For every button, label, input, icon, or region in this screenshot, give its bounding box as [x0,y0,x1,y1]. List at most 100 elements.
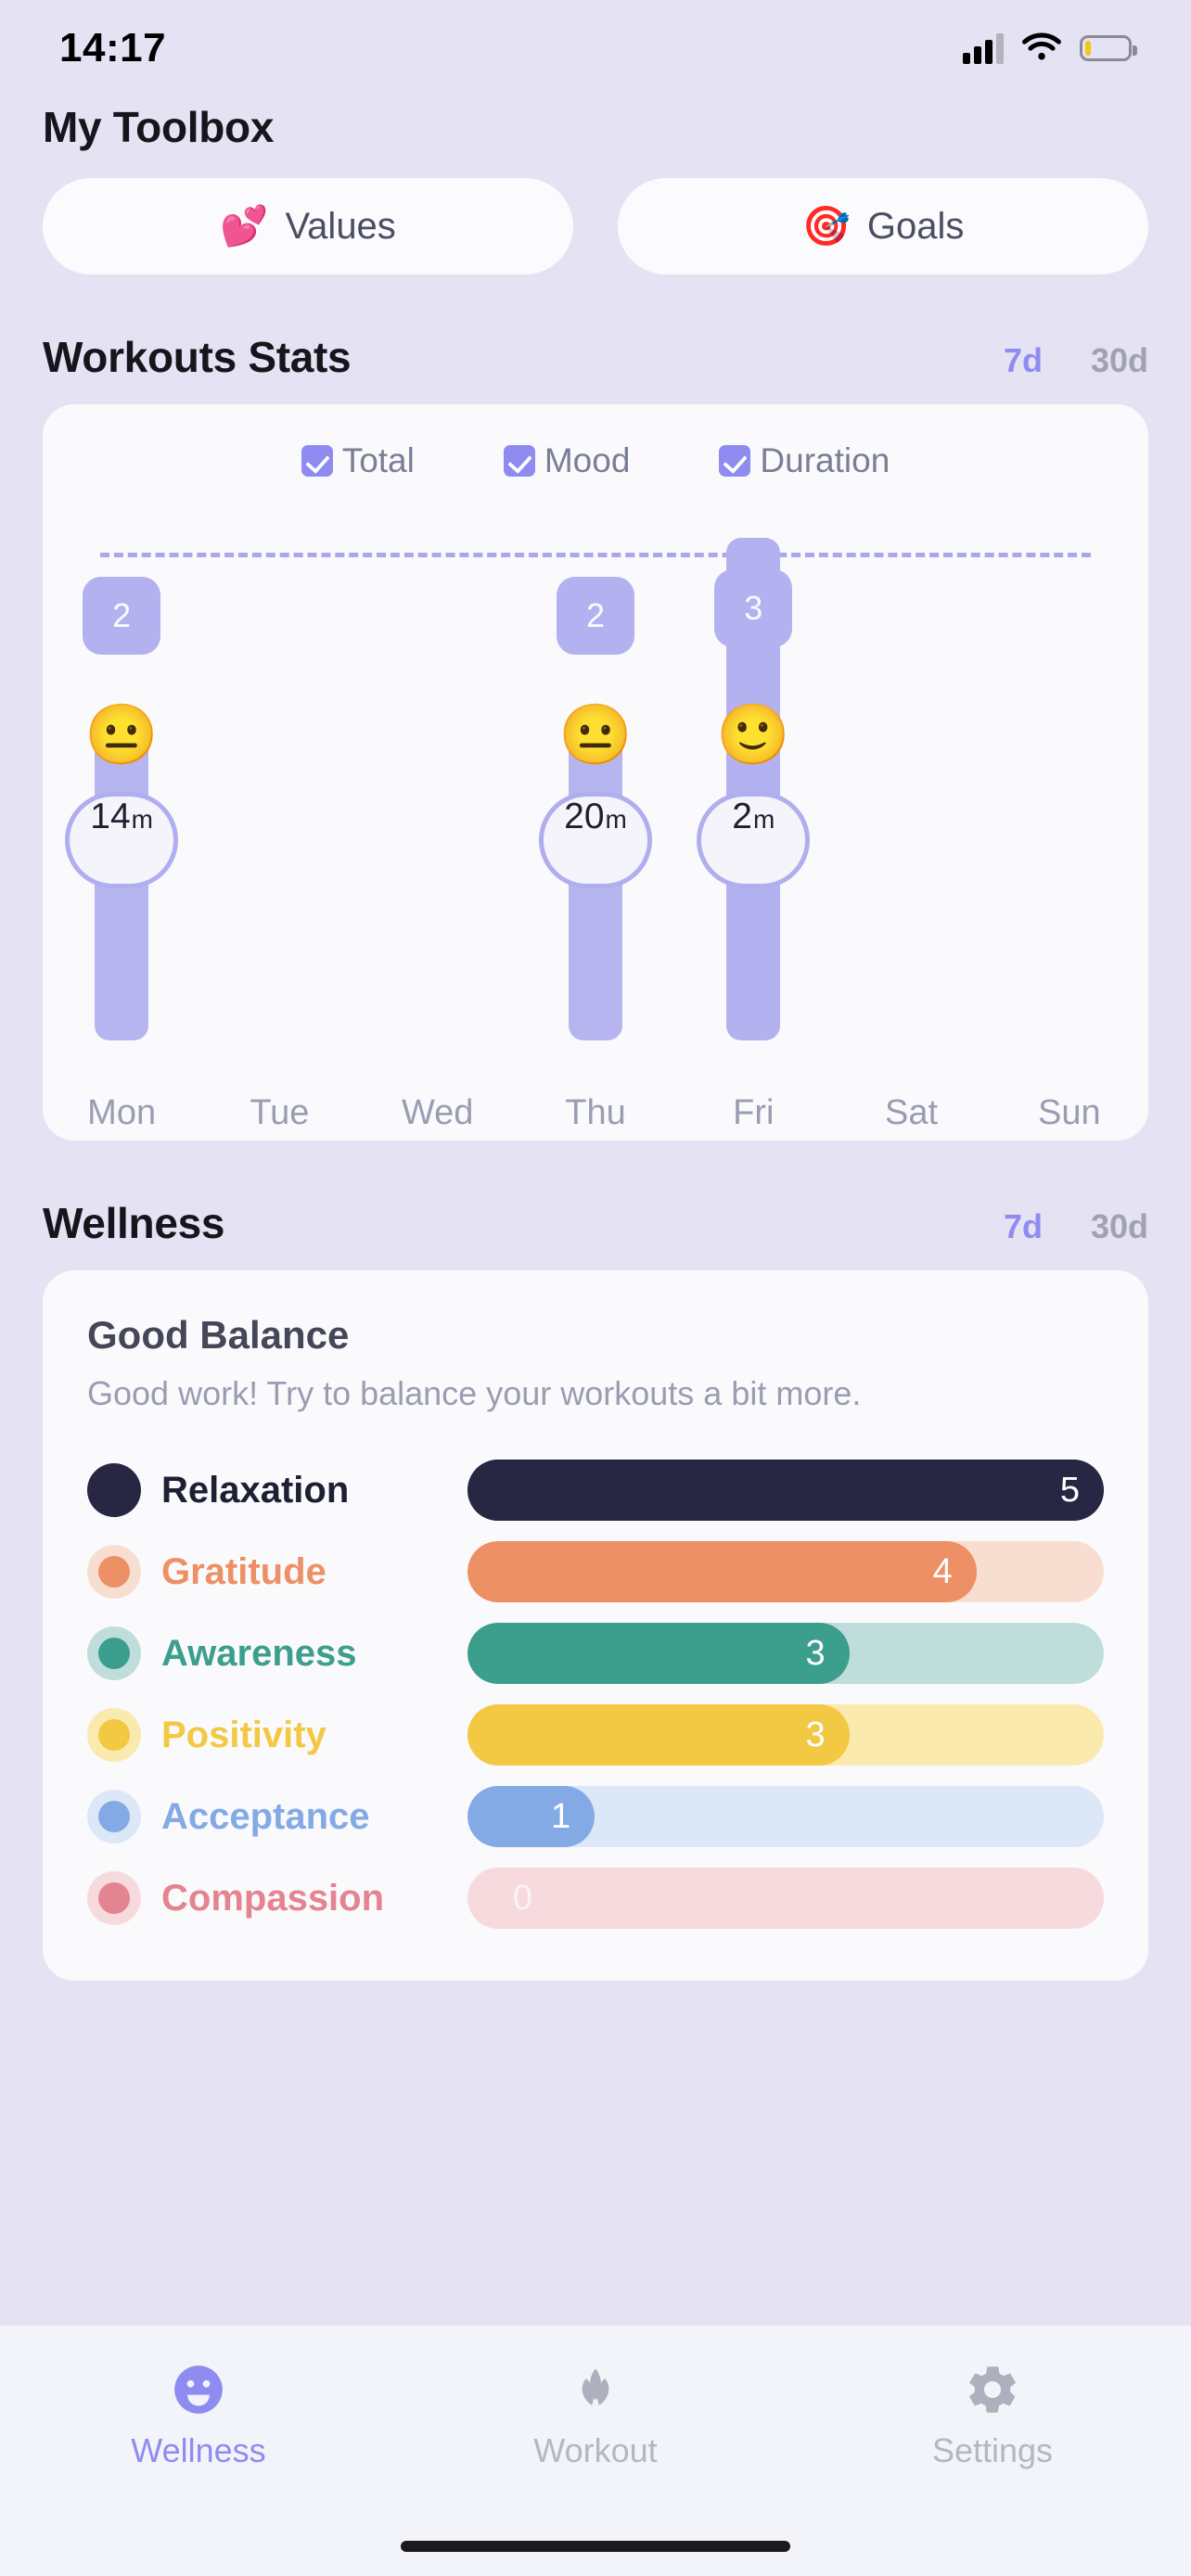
battery-icon [1080,35,1137,61]
wellness-dot-icon [87,1545,141,1600]
wellness-section-header: Wellness 7d 30d [0,1198,1191,1248]
chart-columns: 2 😐 14 m Mon Tue Wed 2 😐 20 m Thu 3 🙂 2 … [43,523,1148,1141]
chart-plot-area: 2 😐 14 m Mon Tue Wed 2 😐 20 m Thu 3 🙂 2 … [43,523,1148,1141]
total-badge: 3 [714,569,793,647]
day-label-thu: Thu [565,1093,626,1132]
wellness-value: 0 [512,1878,533,1918]
wellness-label: Positivity [161,1714,327,1755]
duration-value: 20 [564,797,605,836]
tab-wellness[interactable]: Wellness [0,2361,397,2470]
wellness-value: 3 [805,1633,826,1673]
duration-unit: m [131,805,153,834]
wellness-row[interactable]: Gratitude 4 [87,1541,1104,1603]
wellness-row[interactable]: Relaxation 5 [87,1460,1104,1522]
heart-icon: 💕 [220,204,269,248]
total-badge: 2 [83,577,161,655]
legend-label-total: Total [341,441,415,479]
wellness-progress-fill: 5 [467,1460,1104,1522]
status-bar-time: 14:17 [59,25,167,70]
wellness-dot-core [98,1801,130,1833]
wellness-value: 4 [932,1551,953,1591]
duration-value: 14 [90,797,131,836]
wellness-dot-core [98,1882,130,1915]
wellness-progress-track: 4 [467,1541,1104,1603]
chart-column-wed[interactable]: Wed [359,523,517,1141]
wellness-dot-core [98,1638,130,1670]
wellness-dot-icon [87,1626,141,1681]
wellness-card: Good Balance Good work! Try to balance y… [43,1270,1148,1982]
day-label-tue: Tue [250,1093,310,1132]
day-label-fri: Fri [733,1093,775,1132]
workouts-section-header: Workouts Stats 7d 30d [0,332,1191,382]
duration-unit: m [752,805,775,834]
chart-column-sat[interactable]: Sat [832,523,990,1141]
legend-label-duration: Duration [760,441,890,479]
total-badge: 2 [556,577,634,655]
gear-icon [969,2366,1016,2413]
tab-label-workout: Workout [533,2431,658,2469]
wellness-dot-icon [87,1708,141,1763]
wifi-icon [1022,32,1061,60]
duration-pill: 14 m [65,792,179,888]
lotus-icon [582,2368,609,2405]
workouts-range-toggle: 7d 30d [1004,341,1148,380]
wellness-row[interactable]: Positivity 3 [87,1704,1104,1766]
wellness-label: Acceptance [161,1795,370,1837]
workouts-range-30d[interactable]: 30d [1091,341,1148,380]
checkbox-checked-icon[interactable] [719,445,751,477]
wellness-card-title: Good Balance [87,1313,350,1357]
duration-pill: 2m [697,792,811,888]
wellness-label: Compassion [161,1877,385,1919]
legend-item-total[interactable]: Total [301,441,415,480]
goals-button-label: Goals [866,205,965,247]
workouts-range-7d[interactable]: 7d [1004,341,1043,380]
day-label-sat: Sat [885,1093,939,1132]
home-indicator [401,2541,790,2552]
wellness-dot-core [98,1556,130,1588]
wellness-value: 3 [805,1715,826,1754]
legend-item-duration[interactable]: Duration [719,441,890,480]
wellness-progress-track: 1 [467,1786,1104,1848]
chart-column-thu[interactable]: 2 😐 20 m Thu [517,523,674,1141]
status-bar-indicators [963,32,1137,64]
wellness-dot-core [98,1719,130,1752]
mood-emoji-happy-icon: 🙂 [716,701,791,768]
wellness-progress-track: 0 [467,1868,1104,1930]
chart-column-sun[interactable]: Sun [991,523,1148,1141]
wellness-row[interactable]: Compassion 0 [87,1868,1104,1930]
wellness-row[interactable]: Awareness 3 [87,1623,1104,1685]
chart-column-fri[interactable]: 3 🙂 2m Fri [674,523,832,1141]
wellness-range-toggle: 7d 30d [1004,1207,1148,1246]
wellness-row[interactable]: Acceptance 1 [87,1786,1104,1848]
values-button[interactable]: 💕 Values [43,178,573,274]
wellness-dot-icon [87,1463,141,1518]
tab-settings[interactable]: Settings [794,2361,1191,2470]
wellness-progress-fill: 1 [467,1786,596,1848]
wellness-progress-fill: 3 [467,1623,850,1685]
wellness-progress-fill: 3 [467,1704,850,1766]
smiley-face-icon [174,2366,223,2414]
wellness-progress-fill: 4 [467,1541,977,1603]
goals-button[interactable]: 🎯 Goals [618,178,1148,274]
checkbox-checked-icon[interactable] [503,445,535,477]
wellness-label: Relaxation [161,1469,350,1511]
checkbox-checked-icon[interactable] [301,445,333,477]
workouts-section-title: Workouts Stats [43,333,352,381]
status-bar: 14:17 [0,0,1191,96]
chart-column-mon[interactable]: 2 😐 14 m Mon [43,523,200,1141]
wellness-range-30d[interactable]: 30d [1091,1207,1148,1246]
chart-column-tue[interactable]: Tue [200,523,358,1141]
wellness-label: Gratitude [161,1550,327,1592]
wellness-progress-track: 3 [467,1704,1104,1766]
tab-workout[interactable]: Workout [397,2361,794,2470]
wellness-range-7d[interactable]: 7d [1004,1207,1043,1246]
wellness-value: 1 [551,1796,571,1836]
day-label-mon: Mon [87,1093,157,1132]
wellness-dot-icon [87,1871,141,1926]
page-title: My Toolbox [43,103,275,151]
bottom-tab-bar: Wellness Workout Settings [0,2326,1191,2576]
legend-item-mood[interactable]: Mood [503,441,630,480]
tab-label-settings: Settings [931,2431,1054,2469]
chart-legend: Total Mood Duration [43,441,1148,480]
duration-unit: m [605,805,627,834]
